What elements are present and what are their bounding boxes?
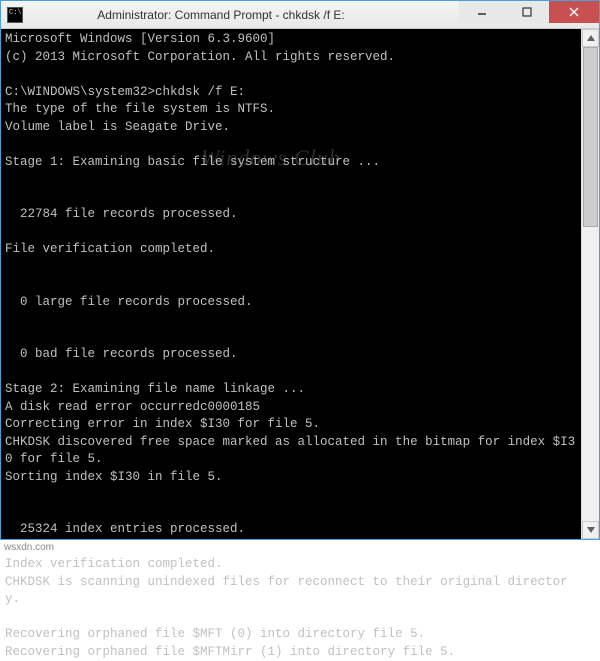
minimize-button[interactable] (459, 1, 504, 23)
close-button[interactable] (549, 1, 599, 23)
scroll-thumb[interactable] (583, 47, 598, 227)
scroll-down-button[interactable] (582, 521, 599, 539)
window-title: Administrator: Command Prompt - chkdsk /… (0, 8, 459, 22)
footer-text: wsxdn.com (0, 540, 600, 555)
scrollbar[interactable] (581, 29, 599, 539)
minimize-icon (477, 7, 487, 17)
terminal-text: Microsoft Windows [Version 6.3.9600] (c)… (5, 32, 575, 659)
window-controls (459, 1, 599, 28)
window: Administrator: Command Prompt - chkdsk /… (0, 0, 600, 540)
chevron-down-icon (587, 527, 595, 533)
maximize-icon (522, 7, 532, 17)
terminal-container: Microsoft Windows [Version 6.3.9600] (c)… (1, 29, 599, 539)
close-icon (569, 7, 579, 17)
titlebar[interactable]: Administrator: Command Prompt - chkdsk /… (1, 1, 599, 29)
maximize-button[interactable] (504, 1, 549, 23)
scroll-track[interactable] (582, 47, 599, 521)
chevron-up-icon (587, 35, 595, 41)
scroll-up-button[interactable] (582, 29, 599, 47)
terminal-output[interactable]: Microsoft Windows [Version 6.3.9600] (c)… (1, 29, 581, 539)
cmd-icon (7, 7, 23, 23)
